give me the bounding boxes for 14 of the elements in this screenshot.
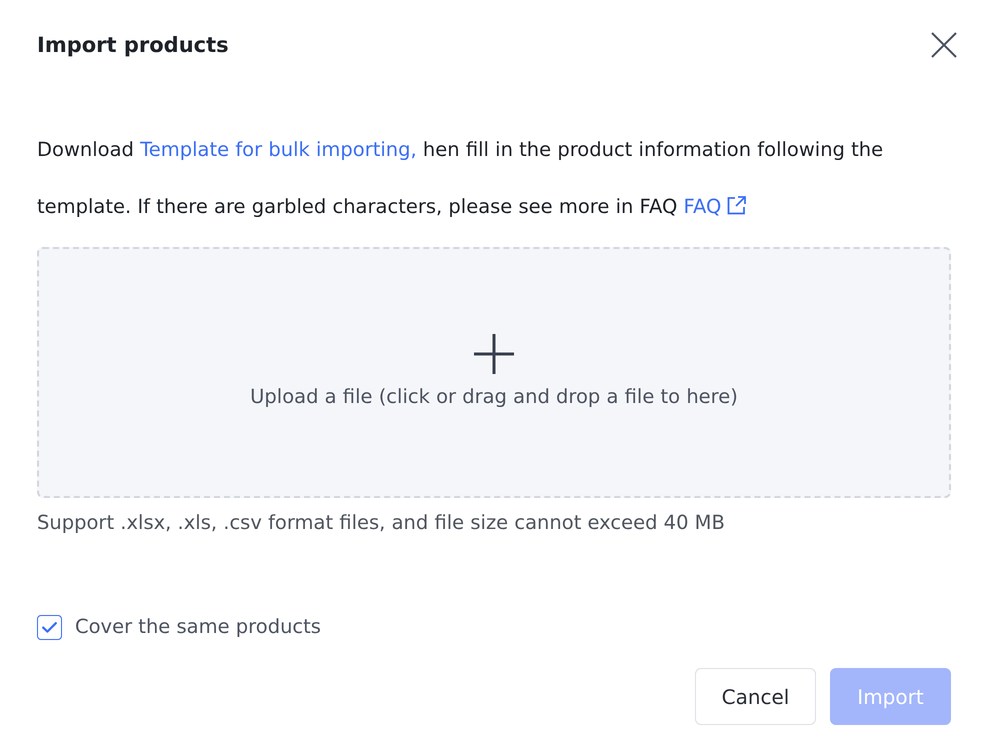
dialog-title: Import products: [37, 32, 229, 59]
upload-label: Upload a file (click or drag and drop a file to here): [250, 384, 738, 410]
plus-icon: [474, 334, 514, 374]
instructions-text: Download Template for bulk importing, hen fill in the product information following the template. If there are garbled characters, please see more in FAQ FAQ: [37, 137, 884, 220]
template-link[interactable]: Template for bulk importing,: [140, 138, 417, 161]
check-icon: [42, 622, 57, 632]
faq-link[interactable]: FAQ: [684, 195, 746, 218]
format-hint: Support .xlsx, .xls, .csv format files, and file size cannot exceed 40 MB: [37, 510, 726, 536]
checkbox-label: Cover the same products: [75, 614, 321, 640]
checkbox[interactable]: [37, 614, 62, 640]
upload-dropzone[interactable]: Upload a file (click or drag and drop a file to here): [37, 247, 951, 498]
close-icon[interactable]: [931, 32, 957, 58]
external-link-icon: [727, 196, 746, 215]
cancel-button[interactable]: Cancel: [695, 668, 816, 725]
